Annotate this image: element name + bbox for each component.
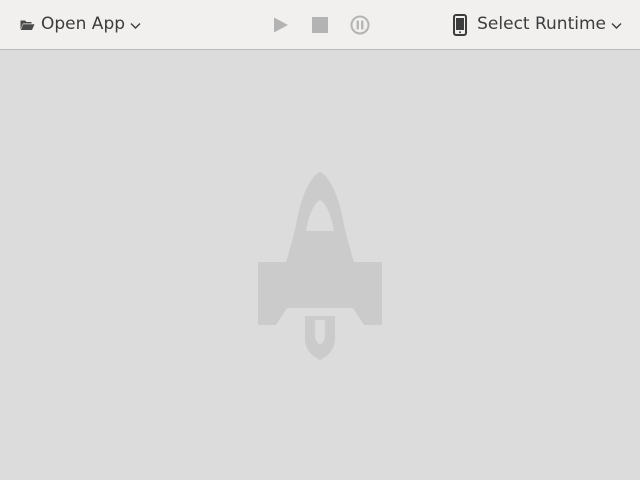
select-runtime-label: Select Runtime <box>477 14 606 34</box>
open-app-label: Open App <box>41 14 126 34</box>
open-app-button[interactable]: Open App <box>20 0 141 49</box>
playback-controls <box>268 0 372 49</box>
chevron-down-icon <box>611 22 622 30</box>
toolbar: Open App Select Runtime <box>0 0 640 50</box>
rocket-icon <box>256 170 386 369</box>
chevron-down-icon <box>130 22 141 30</box>
select-runtime-button[interactable]: Select Runtime <box>453 0 622 49</box>
phone-icon <box>453 13 468 36</box>
pause-icon[interactable] <box>348 13 372 37</box>
folder-open-icon <box>20 19 35 31</box>
play-icon[interactable] <box>268 13 292 37</box>
app-window: Open App Select Runtime <box>0 0 640 480</box>
main-content <box>0 50 640 480</box>
stop-icon[interactable] <box>308 13 332 37</box>
